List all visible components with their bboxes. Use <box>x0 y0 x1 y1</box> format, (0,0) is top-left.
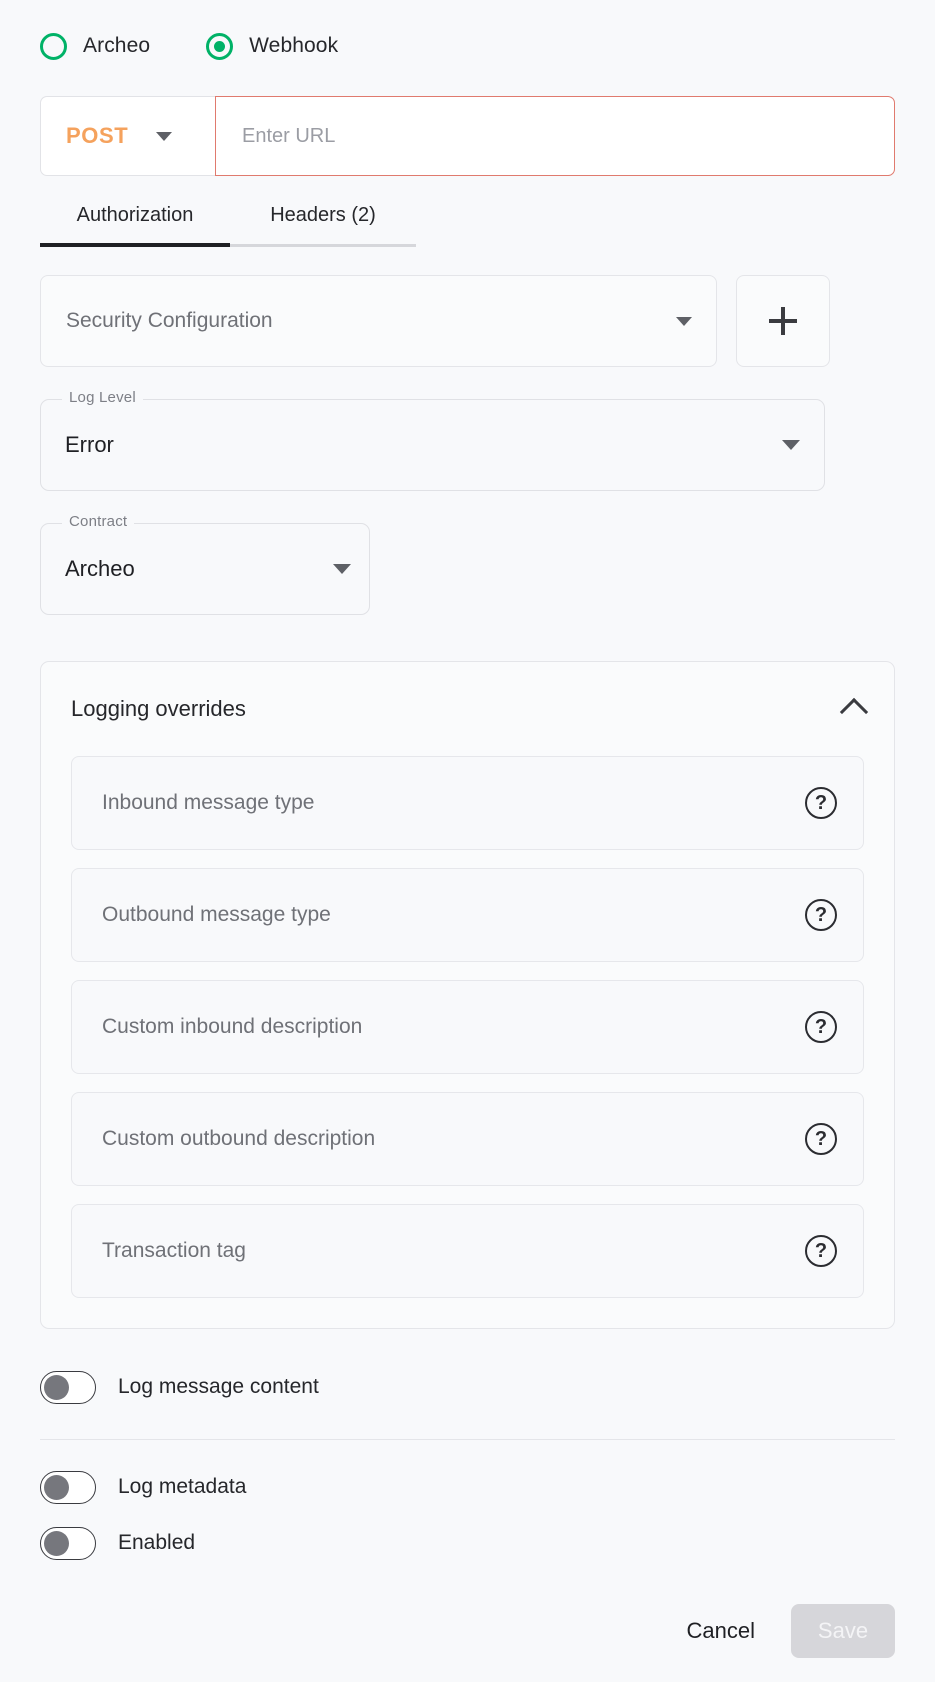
log-metadata-row: Log metadata <box>40 1462 895 1512</box>
inbound-message-type-field[interactable]: Inbound message type ? <box>71 756 864 850</box>
http-method-select[interactable]: POST <box>40 96 215 176</box>
cancel-button[interactable]: Cancel <box>677 1604 765 1658</box>
chevron-down-icon <box>676 316 692 326</box>
help-circle-icon[interactable]: ? <box>805 899 837 931</box>
transaction-tag-placeholder: Transaction tag <box>102 1239 246 1262</box>
enabled-toggle[interactable] <box>40 1526 96 1560</box>
inbound-message-type-placeholder: Inbound message type <box>102 791 315 814</box>
log-level-select[interactable]: Error <box>40 399 825 491</box>
radio-option-archeo[interactable]: Archeo <box>40 32 151 60</box>
log-level-label: Log Level <box>62 389 143 406</box>
custom-inbound-description-field[interactable]: Custom inbound description ? <box>71 980 864 1074</box>
logging-overrides-panel: Logging overrides Inbound message type ?… <box>40 661 895 1329</box>
save-button[interactable]: Save <box>791 1604 895 1658</box>
request-url-row: POST <box>40 96 895 176</box>
http-method-value: POST <box>66 123 129 148</box>
log-message-content-toggle[interactable] <box>40 1370 96 1404</box>
contract-select[interactable]: Archeo <box>40 523 370 615</box>
security-configuration-placeholder: Security Configuration <box>66 309 273 332</box>
radio-option-webhook[interactable]: Webhook <box>206 32 339 60</box>
contract-label: Contract <box>62 513 135 530</box>
enabled-label: Enabled <box>118 1531 196 1554</box>
security-configuration-select[interactable]: Security Configuration <box>40 275 717 367</box>
settings-tabs: Authorization Headers (2) <box>40 204 895 247</box>
transaction-tag-field[interactable]: Transaction tag ? <box>71 1204 864 1298</box>
plus-icon <box>769 307 797 335</box>
chevron-down-icon <box>782 440 800 450</box>
custom-outbound-description-placeholder: Custom outbound description <box>102 1127 376 1150</box>
tab-authorization[interactable]: Authorization <box>40 204 230 247</box>
log-metadata-label: Log metadata <box>118 1475 247 1498</box>
security-configuration-row: Security Configuration <box>40 275 895 367</box>
help-circle-icon[interactable]: ? <box>805 1235 837 1267</box>
chevron-up-icon[interactable] <box>839 697 869 727</box>
custom-outbound-description-field[interactable]: Custom outbound description ? <box>71 1092 864 1186</box>
radio-checked-icon <box>206 32 234 60</box>
add-security-configuration-button[interactable] <box>736 275 830 367</box>
url-input[interactable] <box>215 96 895 176</box>
toggle-knob <box>44 1374 69 1400</box>
toggle-knob <box>44 1474 69 1500</box>
contract-value: Archeo <box>65 556 135 581</box>
logging-overrides-header[interactable]: Logging overrides <box>71 662 869 756</box>
section-divider <box>40 1439 895 1440</box>
help-circle-icon[interactable]: ? <box>805 1011 837 1043</box>
toggle-knob <box>44 1530 69 1556</box>
tab-headers[interactable]: Headers (2) <box>230 204 416 247</box>
help-circle-icon[interactable]: ? <box>805 787 837 819</box>
log-level-field: Log Level Error <box>40 389 825 491</box>
log-message-content-label: Log message content <box>118 1375 319 1398</box>
log-metadata-toggle[interactable] <box>40 1470 96 1504</box>
radio-label-archeo: Archeo <box>83 34 151 57</box>
webhook-config-form: Archeo Webhook POST Authorization Header… <box>0 0 935 1682</box>
radio-unchecked-icon <box>40 32 67 60</box>
custom-inbound-description-placeholder: Custom inbound description <box>102 1015 363 1038</box>
chevron-down-icon <box>333 564 351 574</box>
logging-overrides-title: Logging overrides <box>71 696 246 721</box>
radio-label-webhook: Webhook <box>249 34 339 57</box>
enabled-row: Enabled <box>40 1518 895 1568</box>
help-circle-icon[interactable]: ? <box>805 1123 837 1155</box>
chevron-down-icon <box>156 131 173 141</box>
outbound-message-type-field[interactable]: Outbound message type ? <box>71 868 864 962</box>
form-actions: Cancel Save <box>677 1604 895 1658</box>
log-message-content-row: Log message content <box>40 1359 895 1415</box>
outbound-message-type-placeholder: Outbound message type <box>102 903 331 926</box>
destination-radio-group: Archeo Webhook <box>40 0 895 66</box>
contract-field: Contract Archeo <box>40 513 370 615</box>
log-level-value: Error <box>65 432 114 457</box>
